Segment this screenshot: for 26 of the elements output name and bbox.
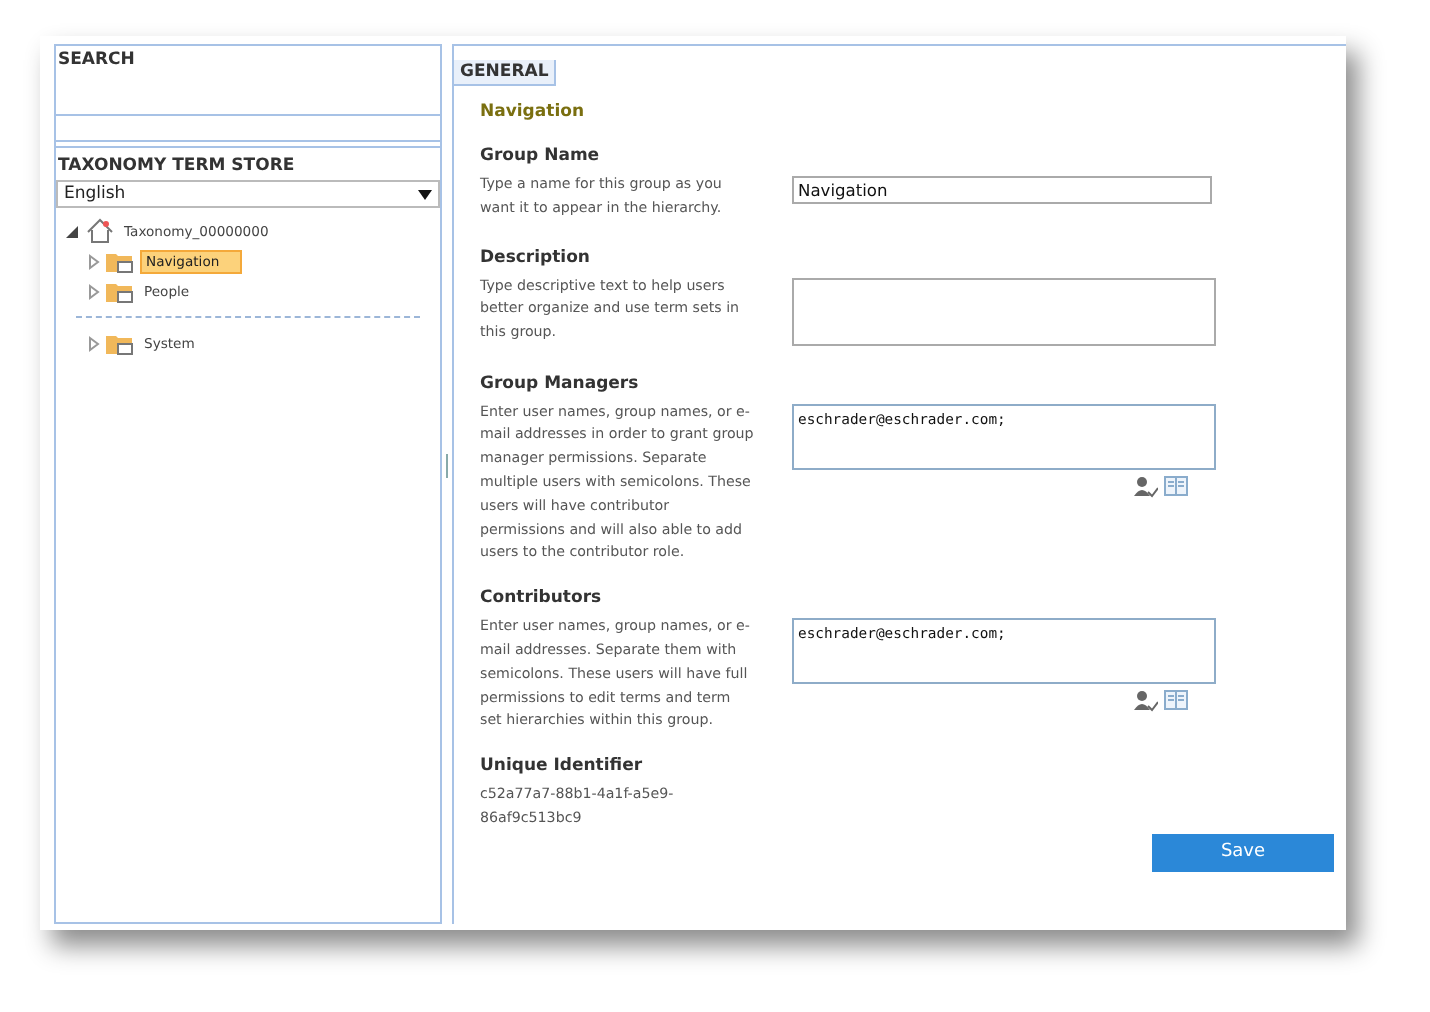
general-tab[interactable]: GENERAL [454, 60, 557, 86]
caret-icon [418, 189, 432, 199]
save-button[interactable]: Save [1152, 833, 1334, 872]
folder-icon [106, 331, 134, 355]
expand-arrow-icon[interactable] [86, 253, 100, 269]
group-heading: Navigation [480, 102, 586, 122]
text-area[interactable] [792, 277, 1216, 346]
house-icon [86, 218, 114, 244]
section-title: TAXONOMY TERM STORE [56, 146, 440, 180]
expand-arrow-icon[interactable] [86, 283, 100, 299]
field-label: Contributors [480, 588, 604, 609]
field-label: Description [480, 247, 592, 268]
language-dropdown[interactable]: English [56, 180, 440, 208]
address-book-icon[interactable] [1164, 475, 1188, 496]
field-label: Group Name [480, 146, 602, 166]
check-names-icon[interactable] [1134, 475, 1158, 498]
section-title: SEARCH [56, 48, 137, 74]
field-label: Unique Identifier [480, 756, 645, 777]
expand-arrow-icon[interactable] [86, 335, 100, 351]
folder-icon [106, 249, 134, 273]
address-book-icon[interactable] [1164, 690, 1188, 711]
folder-icon [106, 279, 134, 303]
field-label: Group Managers [480, 373, 641, 394]
text-field[interactable]: Navigation [792, 176, 1212, 204]
collapse-arrow-icon[interactable] [66, 223, 80, 239]
check-names-icon[interactable] [1134, 690, 1158, 713]
